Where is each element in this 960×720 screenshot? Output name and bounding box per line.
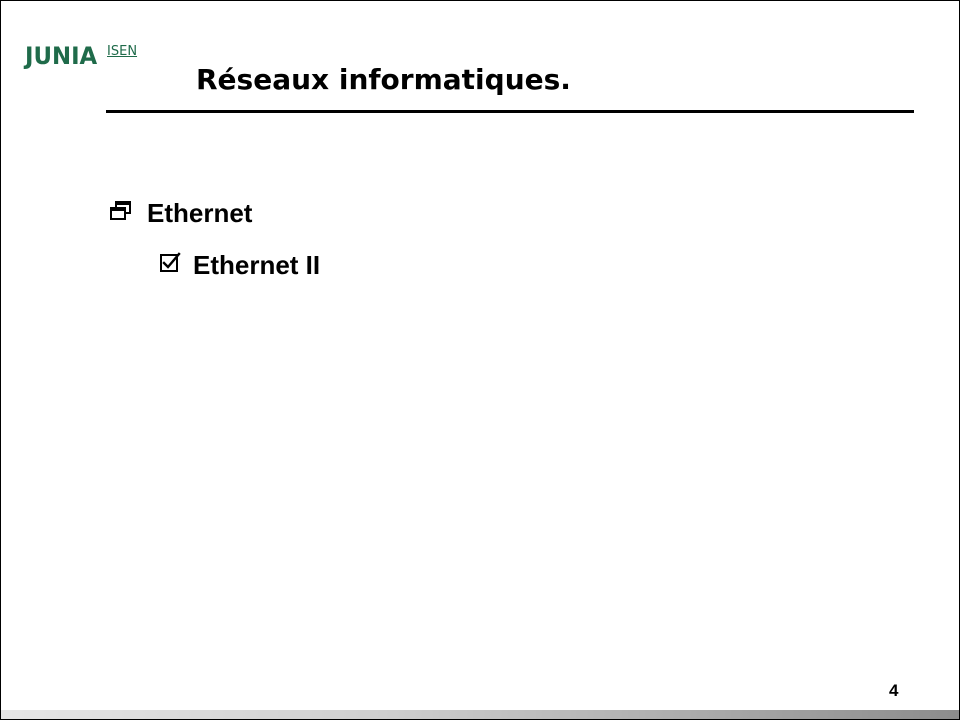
- footer-gradient-bar: [1, 710, 959, 719]
- slide: JUNIA ISEN Réseaux informatiques. Ethern…: [0, 0, 960, 720]
- page-number: 4: [889, 681, 899, 700]
- junia-isen-logo: JUNIA ISEN: [25, 41, 137, 75]
- logo-subtitle: ISEN: [107, 44, 138, 59]
- bullet-text-ethernet: Ethernet: [147, 198, 253, 228]
- windows-restore-icon: [109, 198, 133, 229]
- checked-box-icon: [159, 250, 181, 281]
- bullet-item-level-1: Ethernet: [109, 198, 252, 229]
- slide-title: Réseaux informatiques.: [196, 63, 571, 96]
- logo-wordmark: JUNIA: [25, 42, 98, 70]
- bullet-text-ethernet-ii: Ethernet II: [193, 250, 321, 280]
- bullet-item-level-2: Ethernet II: [159, 250, 320, 281]
- title-divider: [106, 110, 914, 113]
